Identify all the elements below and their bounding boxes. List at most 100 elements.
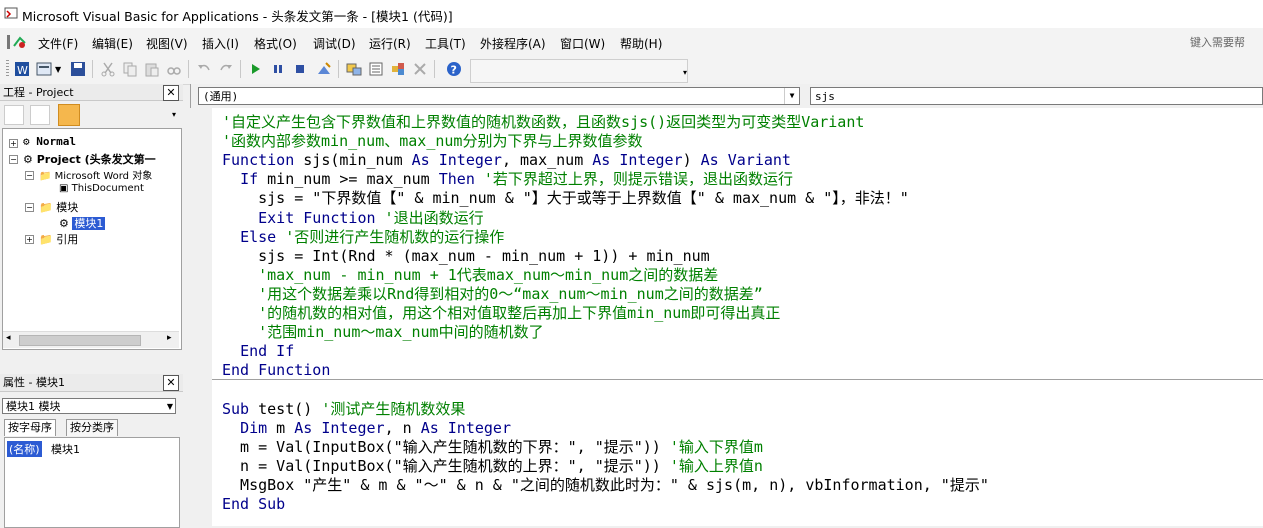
menu-help[interactable]: 帮助(H): [620, 35, 662, 52]
view-code-icon[interactable]: [4, 105, 24, 125]
code-text: sjs = "下界数值【" & min_num & "】大于或等于上界数值【" …: [222, 189, 909, 208]
cut-icon[interactable]: [100, 61, 116, 77]
menu-window[interactable]: 窗口(W): [560, 35, 605, 52]
property-name[interactable]: (名称): [7, 441, 42, 457]
menu-file[interactable]: 文件(F): [38, 35, 78, 52]
collapse-icon[interactable]: −: [25, 171, 34, 180]
menu-addins[interactable]: 外接程序(A): [480, 35, 546, 52]
tree-normal[interactable]: ⚙ Normal: [23, 135, 76, 148]
horizontal-scrollbar[interactable]: ◂ ▸: [3, 331, 179, 348]
code-keyword: Function: [222, 151, 295, 170]
code-comment: '范围min_num～max_num中间的随机数了: [222, 323, 544, 342]
tree-references[interactable]: 📁 引用: [39, 231, 78, 247]
menu-edit[interactable]: 编辑(E): [92, 35, 133, 52]
code-comment: '用这个数据差乘以Rnd得到相对的0～“max_num～min_num之间的数据…: [222, 284, 763, 303]
code-comment: '自定义产生包含下界数值和上界数值的随机数函数，且函数sjs()返回类型为可变类…: [222, 113, 865, 131]
code-line[interactable]: sjs = "下界数值【" & min_num & "】大于或等于上界数值【" …: [222, 189, 909, 208]
project-explorer-icon[interactable]: [346, 61, 362, 77]
code-line[interactable]: Else '否则进行产生随机数的运行操作: [222, 228, 504, 247]
code-comment: '退出函数运行: [375, 208, 484, 227]
object-browser-icon[interactable]: [390, 61, 406, 77]
menu-run[interactable]: 运行(R): [369, 35, 411, 52]
code-line[interactable]: Function sjs(min_num As Integer, max_num…: [222, 151, 791, 170]
toolbox-icon[interactable]: [412, 61, 428, 77]
word-view-icon[interactable]: W: [14, 61, 30, 77]
expand-icon[interactable]: +: [25, 235, 34, 244]
undo-icon[interactable]: [196, 61, 212, 77]
code-line[interactable]: End Sub: [222, 495, 285, 514]
window-title: Microsoft Visual Basic for Applications …: [22, 9, 453, 24]
svg-text:W: W: [17, 64, 28, 77]
toolbar-grip[interactable]: [6, 60, 9, 78]
toolbar-options-icon[interactable]: ▾: [683, 68, 687, 77]
expand-icon[interactable]: +: [9, 139, 18, 148]
find-icon[interactable]: [166, 61, 182, 77]
insert-userform-icon[interactable]: [36, 61, 52, 77]
code-line[interactable]: '用这个数据差乘以Rnd得到相对的0～“max_num～min_num之间的数据…: [222, 285, 763, 304]
menu-view[interactable]: 视图(V): [146, 35, 188, 52]
paste-icon[interactable]: [144, 61, 160, 77]
code-line[interactable]: End If: [222, 342, 294, 361]
properties-window-icon[interactable]: [368, 61, 384, 77]
help-search-input[interactable]: 键入需要帮: [1190, 34, 1245, 50]
code-line[interactable]: '自定义产生包含下界数值和上界数值的随机数函数，且函数sjs()返回类型为可变类…: [222, 113, 864, 132]
code-line[interactable]: Exit Function '退出函数运行: [222, 208, 484, 228]
scroll-right-icon[interactable]: ▸: [167, 333, 172, 343]
dropdown-arrow-icon[interactable]: ▼: [55, 65, 61, 74]
break-icon[interactable]: [270, 61, 286, 77]
tree-module1[interactable]: ⚙ 模块1: [59, 215, 106, 231]
properties-list: (名称) 模块1: [4, 437, 180, 528]
close-icon[interactable]: ✕: [163, 375, 179, 391]
tree-modules[interactable]: 📁 模块: [39, 199, 78, 215]
tree-word-objects[interactable]: 📁 Microsoft Word 对象: [39, 167, 152, 182]
close-icon[interactable]: ✕: [163, 85, 179, 101]
code-line[interactable]: '范围min_num～max_num中间的随机数了: [222, 323, 544, 342]
run-icon[interactable]: [248, 61, 264, 77]
property-value[interactable]: 模块1: [51, 441, 80, 457]
chevron-down-icon[interactable]: ▼: [784, 88, 799, 104]
menu-tools[interactable]: 工具(T): [425, 35, 466, 52]
tree-project[interactable]: ⚙ Project (头条发文第一: [23, 151, 156, 167]
chevron-down-icon[interactable]: ▼: [167, 399, 173, 415]
code-line[interactable]: '的随机数的相对值，用这个相对值取整后再加上下界值min_num即可得出真正: [222, 304, 780, 323]
vba-menu-icon[interactable]: [6, 34, 28, 50]
menu-debug[interactable]: 调试(D): [313, 35, 356, 52]
redo-icon[interactable]: [218, 61, 234, 77]
scrollbar-thumb[interactable]: [19, 335, 141, 346]
collapse-icon[interactable]: −: [25, 203, 34, 212]
code-line[interactable]: If min_num >= max_num Then '若下界超过上界，则提示错…: [222, 170, 793, 189]
collapse-icon[interactable]: −: [9, 155, 18, 164]
code-line[interactable]: Dim m As Integer, n As Integer: [222, 419, 511, 438]
code-text: m = Val(InputBox("输入产生随机数的下界：", "提示")): [222, 437, 661, 456]
code-text: min_num >= max_num: [258, 170, 439, 189]
tab-categorized[interactable]: 按分类序: [66, 419, 118, 436]
code-margin[interactable]: [190, 108, 213, 526]
menu-format[interactable]: 格式(O): [254, 35, 297, 52]
view-object-icon[interactable]: [30, 105, 50, 125]
procedure-combo[interactable]: sjs: [810, 87, 1263, 105]
help-icon[interactable]: ?: [446, 61, 462, 77]
scroll-arrow-icon[interactable]: ▾: [172, 110, 181, 126]
code-line[interactable]: n = Val(InputBox("输入产生随机数的上界：", "提示")) '…: [222, 457, 763, 476]
save-icon[interactable]: [70, 61, 86, 77]
properties-object-select[interactable]: 模块1 模块 ▼: [2, 398, 176, 414]
scroll-left-icon[interactable]: ◂: [6, 333, 11, 343]
code-line[interactable]: '函数内部参数min_num、max_num分别为下界与上界数值参数: [222, 132, 642, 151]
code-line[interactable]: sjs = Int(Rnd * (max_num - min_num + 1))…: [222, 247, 710, 266]
code-comment: '输入上界值n: [660, 456, 763, 475]
toggle-folders-icon[interactable]: [58, 104, 80, 126]
object-combo[interactable]: (通用) ▼: [198, 87, 800, 105]
code-line[interactable]: m = Val(InputBox("输入产生随机数的下界：", "提示")) '…: [222, 438, 763, 457]
tree-thisdocument[interactable]: ▣ ThisDocument: [59, 183, 144, 194]
copy-icon[interactable]: [122, 61, 138, 77]
tab-alphabetic[interactable]: 按字母序: [4, 419, 56, 436]
code-line[interactable]: Sub test() '测试产生随机数效果: [222, 400, 465, 419]
design-mode-icon[interactable]: [316, 61, 332, 77]
code-line[interactable]: 'max_num - min_num + 1代表max_num～min_num之…: [222, 266, 718, 285]
menu-insert[interactable]: 插入(I): [202, 35, 239, 52]
reset-icon[interactable]: [292, 61, 308, 77]
code-line[interactable]: End Function: [222, 361, 330, 380]
toolbar-separator: [240, 60, 241, 78]
code-line[interactable]: MsgBox "产生" & m & "～" & n & "之间的随机数此时为："…: [222, 476, 989, 495]
